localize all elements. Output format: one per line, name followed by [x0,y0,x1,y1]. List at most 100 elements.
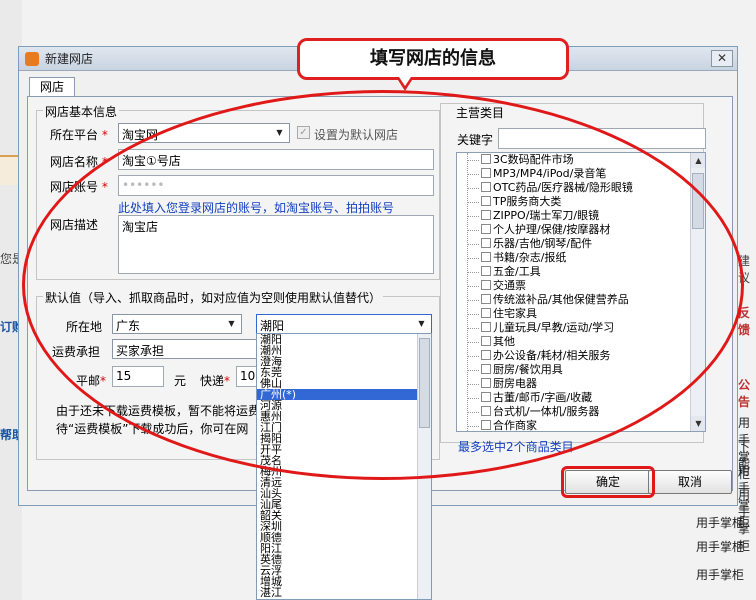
city-option[interactable]: 云浮 [257,565,431,576]
category-checkbox[interactable] [481,182,491,192]
city-option[interactable]: 梅州 [257,466,431,477]
city-option[interactable]: 澄海 [257,356,431,367]
default-shop-checkbox[interactable]: ✓ [297,126,310,139]
ok-button[interactable]: 确定 [565,470,651,494]
tree-branch [467,384,479,385]
city-select[interactable]: 潮阳 ▼ [256,314,432,334]
category-checkbox[interactable] [481,392,491,402]
tree-branch [467,342,479,343]
city-option[interactable]: 清远 [257,477,431,488]
city-option[interactable]: 茂名 [257,455,431,466]
category-item[interactable]: 五金/工具 [457,265,705,279]
category-item[interactable]: 传统滋补品/其他保健营养品 [457,293,705,307]
category-checkbox[interactable] [481,168,491,178]
category-item[interactable]: 书籍/杂志/报纸 [457,251,705,265]
city-option[interactable]: 开平 [257,444,431,455]
keyword-label: 关键字 [457,133,494,147]
city-option[interactable]: 深圳 [257,521,431,532]
dialog-title: 新建网店 [45,52,94,66]
cancel-button[interactable]: 取消 [648,470,732,494]
close-button[interactable]: ✕ [711,50,733,67]
city-option[interactable]: 湛江 [257,587,431,598]
category-item[interactable]: 乐器/吉他/钢琴/配件 [457,237,705,251]
category-checkbox[interactable] [481,224,491,234]
category-item[interactable]: 办公设备/耗材/相关服务 [457,349,705,363]
city-option[interactable]: 广州(*) [257,389,431,400]
category-label: 3C数码配件市场 [493,153,574,166]
category-tree[interactable]: 3C数码配件市场 MP3/MP4/iPod/录音笔 OTC药品/医疗器械/隐形眼镜 T… [456,152,706,432]
freight-select[interactable]: 买家承担 [112,339,258,359]
city-option[interactable]: 潮州 [257,345,431,356]
city-option[interactable]: 韶关 [257,510,431,521]
keyword-input[interactable] [498,128,706,149]
category-checkbox[interactable] [481,322,491,332]
city-option[interactable]: 惠州 [257,411,431,422]
city-dropdown-list[interactable]: 潮阳 潮州 澄海 东莞 佛山 广州(*) 河源 惠州 江门 揭阳 开平 茂名 梅州 清远 汕头 汕尾 韶关 深圳顺… [256,333,432,600]
category-checkbox[interactable] [481,196,491,206]
background-link[interactable]: 用手掌柜 [696,566,744,583]
category-item[interactable]: OTC药品/医疗器械/隐形眼镜 [457,181,705,195]
category-item[interactable]: 古董/邮币/字画/收藏 [457,391,705,405]
category-checkbox[interactable] [481,238,491,248]
background-link[interactable]: 用手掌柜 [696,538,744,555]
background-text-red: 反馈 [738,306,751,337]
dropdown-scroll-thumb[interactable] [419,338,430,428]
category-checkbox[interactable] [481,266,491,276]
platform-label: 所在平台 * [50,128,108,142]
mail-fee-input[interactable]: 15 [112,366,164,387]
category-item[interactable]: 其他 [457,335,705,349]
category-checkbox[interactable] [481,308,491,318]
city-option[interactable]: 英德 [257,554,431,565]
shop-name-input[interactable]: 淘宝①号店 [118,149,434,170]
scroll-up-icon[interactable]: ▲ [691,153,705,168]
category-item[interactable]: 个人护理/保健/按摩器材 [457,223,705,237]
city-option[interactable]: 江门 [257,422,431,433]
category-item[interactable]: ZIPPO/瑞士军刀/眼镜 [457,209,705,223]
city-option[interactable]: 增城 [257,576,431,587]
tree-branch [467,202,479,203]
basic-info-title: 网店基本信息 [43,103,120,120]
city-option[interactable]: 汕头 [257,488,431,499]
scroll-thumb[interactable] [692,173,704,229]
category-scrollbar[interactable]: ▲ ▼ [690,153,705,431]
tree-branch [467,356,479,357]
category-item[interactable]: 儿童玩具/早教/运动/学习 [457,321,705,335]
category-item[interactable]: TP服务商大类 [457,195,705,209]
city-option[interactable]: 揭阳 [257,433,431,444]
city-option[interactable]: 阳江 [257,543,431,554]
category-checkbox[interactable] [481,154,491,164]
category-item[interactable]: 合作商家 [457,419,705,431]
category-item[interactable]: 住宅家具 [457,307,705,321]
city-option[interactable]: 东莞 [257,367,431,378]
category-checkbox[interactable] [481,420,491,430]
description-textarea[interactable]: 淘宝店 [118,215,434,274]
tab-shop[interactable]: 网店 [29,77,75,97]
category-item[interactable]: 3C数码配件市场 [457,153,705,167]
account-input[interactable]: •••••• [118,175,434,196]
category-checkbox[interactable] [481,364,491,374]
background-link[interactable]: 用手掌柜 [696,514,744,531]
category-checkbox[interactable] [481,294,491,304]
category-checkbox[interactable] [481,252,491,262]
city-option[interactable]: 潮阳 [257,334,431,345]
category-checkbox[interactable] [481,378,491,388]
category-checkbox[interactable] [481,210,491,220]
city-option[interactable]: 顺德 [257,532,431,543]
category-item[interactable]: 厨房/餐饮用具 [457,363,705,377]
city-option[interactable]: 汕尾 [257,499,431,510]
city-option[interactable]: 河源 [257,400,431,411]
category-item[interactable]: 台式机/一体机/服务器 [457,405,705,419]
city-options: 潮阳 潮州 澄海 东莞 佛山 广州(*) 河源 惠州 江门 揭阳 开平 茂名 梅州 清远 汕头 汕尾 韶关 深圳顺… [257,334,431,598]
scroll-down-icon[interactable]: ▼ [691,416,705,431]
category-checkbox[interactable] [481,350,491,360]
category-checkbox[interactable] [481,406,491,416]
category-item[interactable]: MP3/MP4/iPod/录音笔 [457,167,705,181]
platform-select[interactable]: 淘宝网 ▼ [118,123,290,143]
freight-note-1: 由于还未下载运费模板，暂不能将运费 [56,404,261,418]
category-item[interactable]: 厨房电器 [457,377,705,391]
city-dropdown-scrollbar[interactable] [417,334,431,599]
province-select[interactable]: 广东 ▼ [112,314,242,334]
category-item[interactable]: 交通票 [457,279,705,293]
category-checkbox[interactable] [481,336,491,346]
category-checkbox[interactable] [481,280,491,290]
